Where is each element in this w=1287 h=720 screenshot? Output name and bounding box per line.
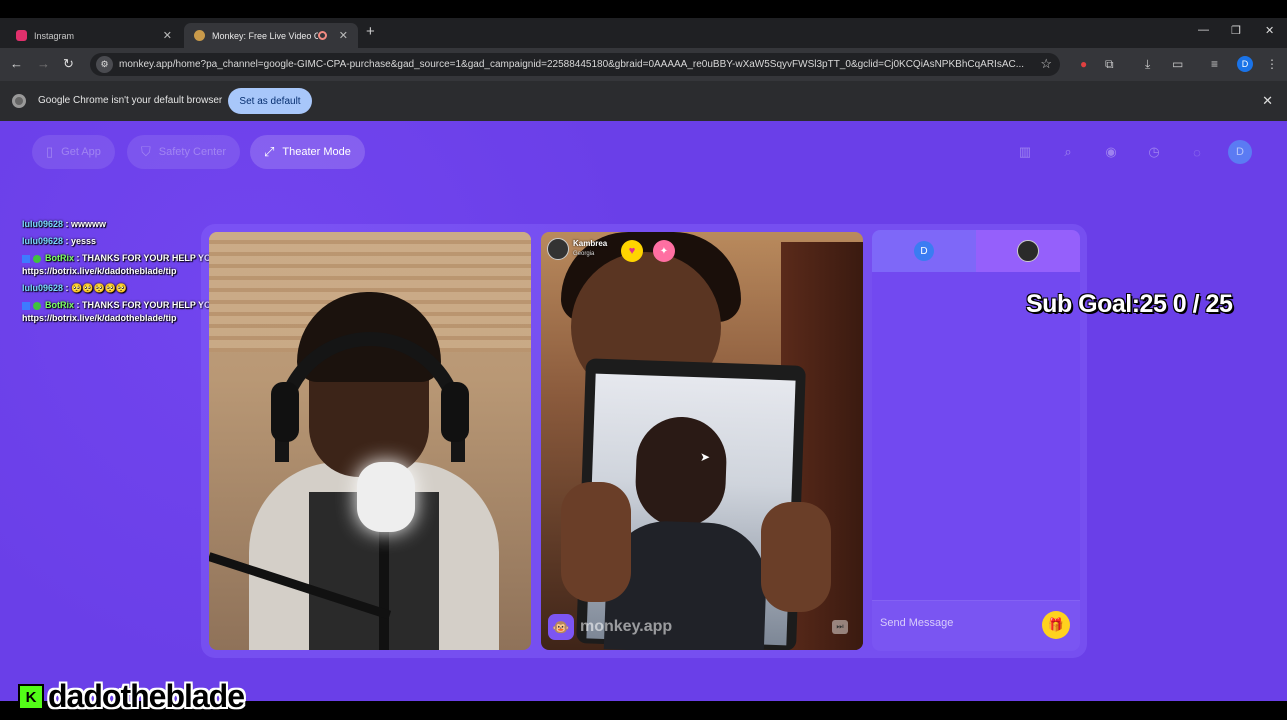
forward-icon[interactable]: → bbox=[37, 56, 50, 71]
streamer-handle: dadotheblade bbox=[48, 678, 245, 714]
chat-username: BotRix bbox=[45, 300, 74, 310]
headphone-left bbox=[271, 382, 299, 442]
chat-username: BotRix bbox=[45, 253, 74, 263]
tab-title: Monkey: Free Live Video Ch bbox=[212, 30, 318, 41]
search-icon[interactable]: ⌕ bbox=[1058, 142, 1078, 162]
message-composer: 🎁 bbox=[872, 600, 1080, 651]
mic-stand bbox=[379, 522, 389, 650]
extensions-puzzle-icon[interactable]: ⧉ bbox=[1105, 57, 1114, 72]
instagram-icon bbox=[16, 30, 27, 41]
set-as-default-button[interactable]: Set as default bbox=[228, 88, 312, 114]
close-infobar-icon[interactable]: ✕ bbox=[1262, 93, 1273, 109]
tab-partner-chat[interactable] bbox=[976, 230, 1080, 272]
back-icon[interactable]: ← bbox=[10, 56, 23, 71]
expand-icon: ⤢ bbox=[264, 144, 275, 159]
messages-icon[interactable]: ◌ bbox=[1187, 142, 1207, 162]
menu-kebab-icon[interactable]: ⋮ bbox=[1266, 57, 1278, 71]
partner-name: Kambrea Georgia bbox=[573, 239, 607, 259]
new-tab-icon[interactable]: + bbox=[366, 23, 375, 40]
tab-strip: Instagram ✕ Monkey: Free Live Video Ch ✕… bbox=[0, 18, 1287, 48]
partner-name-text: Kambrea bbox=[573, 239, 608, 248]
user-avatar[interactable]: D bbox=[1228, 140, 1252, 164]
partner-location: Georgia bbox=[573, 251, 595, 257]
site-info-icon[interactable]: ⚙ bbox=[96, 56, 113, 73]
gift-icon[interactable]: 🎁 bbox=[1042, 611, 1070, 639]
url-text[interactable]: monkey.app/home?pa_channel=google-GIMC-C… bbox=[119, 59, 1037, 70]
top-black-bar bbox=[0, 0, 1287, 18]
recording-icon bbox=[317, 31, 327, 40]
media-icon[interactable]: ≡ bbox=[1211, 57, 1218, 71]
close-tab-icon[interactable]: ✕ bbox=[339, 29, 348, 42]
local-video bbox=[209, 232, 531, 650]
my-avatar: D bbox=[914, 241, 934, 261]
reload-icon[interactable]: ↻ bbox=[63, 56, 74, 72]
remote-video bbox=[541, 232, 863, 650]
watermark-text: monkey.app bbox=[580, 618, 673, 635]
safety-center-label: Safety Center bbox=[158, 146, 227, 158]
chat-username: lulu09628 bbox=[22, 219, 64, 229]
close-tab-icon[interactable]: ✕ bbox=[163, 29, 172, 42]
monkey-watermark: 🐵 monkey.app bbox=[548, 614, 672, 640]
restore-icon[interactable]: ❐ bbox=[1231, 24, 1241, 37]
monkey-logo-icon: 🐵 bbox=[548, 614, 574, 640]
chat-tabs: D bbox=[872, 230, 1080, 272]
history-icon[interactable]: ◷ bbox=[1144, 142, 1164, 162]
theater-mode-label: Theater Mode bbox=[282, 146, 351, 158]
tablet-person-head bbox=[634, 415, 728, 529]
tab-title: Instagram bbox=[34, 30, 75, 41]
monkey-icon bbox=[194, 30, 205, 41]
verified-badge-icon bbox=[33, 301, 41, 310]
safety-center-button[interactable]: ⛉ Safety Center bbox=[127, 135, 241, 169]
chat-text: : wwwww bbox=[63, 219, 107, 229]
shield-icon: ⛉ bbox=[141, 144, 151, 159]
browser-toolbar: ← → ↻ ⚙ monkey.app/home?pa_channel=googl… bbox=[0, 48, 1287, 81]
headphone-right bbox=[441, 382, 469, 442]
partner-avatar[interactable] bbox=[547, 238, 569, 260]
infobar-message: Google Chrome isn't your default browser bbox=[38, 95, 223, 106]
extension-red-icon[interactable]: ● bbox=[1080, 57, 1087, 71]
chat-text: : yesss bbox=[63, 236, 97, 246]
chat-text: : 🥺🥺🥺🥺🥺 bbox=[63, 283, 128, 293]
friends-icon[interactable]: ◉ bbox=[1101, 142, 1121, 162]
shop-icon[interactable]: ▥ bbox=[1015, 142, 1035, 162]
tab-instagram[interactable]: Instagram ✕ bbox=[6, 23, 182, 48]
default-browser-infobar: Google Chrome isn't your default browser… bbox=[0, 81, 1287, 121]
minimize-icon[interactable]: — bbox=[1198, 24, 1209, 36]
mouse-cursor-icon: ➤ bbox=[700, 450, 711, 464]
send-message-input[interactable] bbox=[880, 611, 1035, 635]
sub-goal-overlay: Sub Goal:25 0 / 25 bbox=[1026, 290, 1233, 318]
partner-info[interactable]: Kambrea Georgia bbox=[547, 238, 607, 260]
chat-username: lulu09628 bbox=[22, 236, 64, 246]
skip-icon[interactable]: ⏭ bbox=[832, 620, 848, 634]
badge-icon[interactable]: ✦ bbox=[653, 240, 675, 262]
chat-username: lulu09628 bbox=[22, 283, 64, 293]
verified-badge-icon bbox=[33, 254, 41, 263]
close-window-icon[interactable]: ✕ bbox=[1265, 24, 1274, 37]
bot-badge-icon bbox=[22, 254, 30, 263]
tab-monkey[interactable]: Monkey: Free Live Video Ch ✕ bbox=[184, 23, 358, 48]
partner-avatar-small bbox=[1017, 240, 1039, 262]
microphone bbox=[357, 462, 415, 532]
bot-badge-icon bbox=[22, 301, 30, 310]
kick-logo-icon: K bbox=[18, 684, 44, 710]
screen: Instagram ✕ Monkey: Free Live Video Ch ✕… bbox=[0, 0, 1287, 720]
theater-mode-button[interactable]: ⤢ Theater Mode bbox=[250, 135, 365, 169]
tab-my-chat[interactable]: D bbox=[872, 230, 976, 272]
hand-right bbox=[761, 502, 831, 612]
get-app-button[interactable]: ▯ Get App bbox=[32, 135, 115, 169]
heart-icon[interactable]: ♥ bbox=[621, 240, 643, 262]
address-bar[interactable]: ⚙ monkey.app/home?pa_channel=google-GIMC… bbox=[90, 53, 1060, 76]
chrome-icon bbox=[12, 94, 26, 108]
hand-left bbox=[561, 482, 631, 602]
phone-icon: ▯ bbox=[46, 144, 54, 159]
download-icon[interactable]: ⤓ bbox=[1145, 57, 1150, 72]
profile-avatar[interactable]: D bbox=[1237, 56, 1253, 72]
cast-icon[interactable]: ▭ bbox=[1172, 57, 1183, 71]
get-app-label: Get App bbox=[61, 146, 101, 158]
bookmark-star-icon[interactable]: ☆ bbox=[1040, 56, 1052, 72]
